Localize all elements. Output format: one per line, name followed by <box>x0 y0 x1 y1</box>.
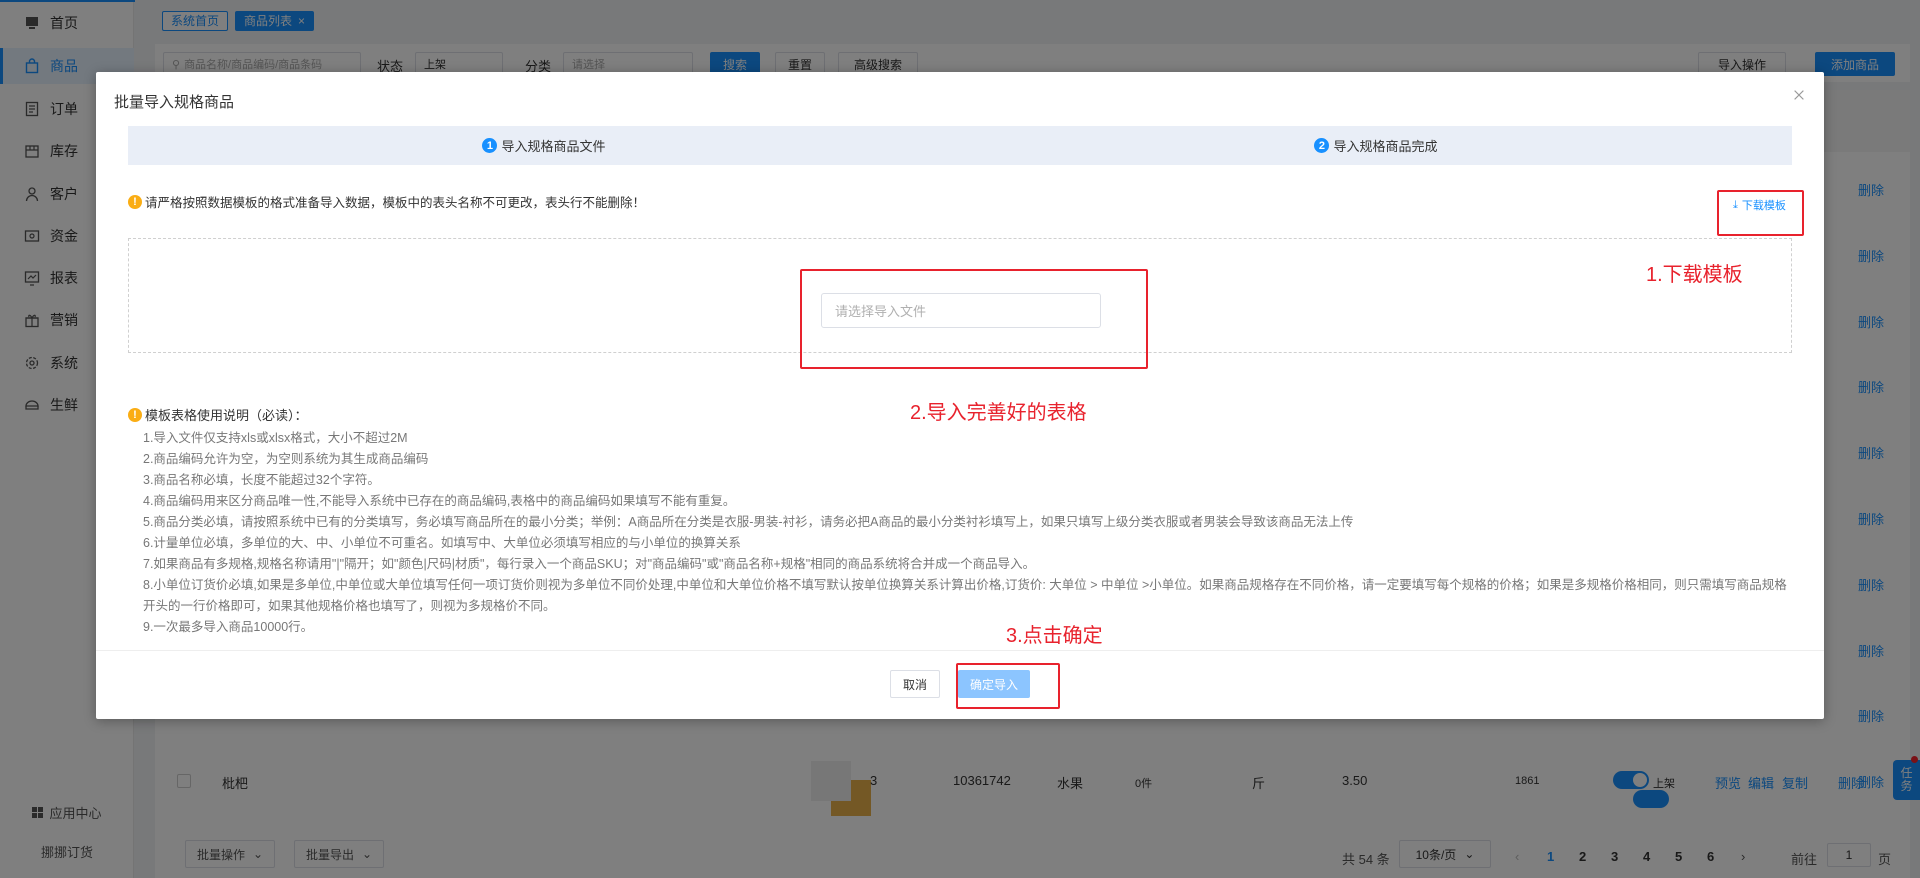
help-list: 1.导入文件仅支持xls或xlsx格式，大小不超过2M 2.商品编码允许为空，为… <box>143 428 1793 638</box>
close-icon[interactable] <box>1792 88 1808 104</box>
step-1: 1 导入规格商品文件 <box>128 126 960 165</box>
annotation-text-3: 3.点击确定 <box>1006 625 1103 647</box>
help-item: 6.计量单位必填，多单位的大、中、小单位不可重名。如填写中、大单位必须填写相应的… <box>143 536 741 550</box>
format-notice: ! 请严格按照数据模板的格式准备导入数据，模板中的表头名称不可更改，表头行不能删除… <box>128 192 645 211</box>
annotation-text-1: 1.下载模板 <box>1646 264 1743 286</box>
annotation-box-file <box>800 269 1148 369</box>
step-2-number: 2 <box>1314 138 1330 153</box>
notice-text: 请严格按照数据模板的格式准备导入数据，模板中的表头名称不可更改，表头行不能删除！ <box>145 196 646 210</box>
step-1-label: 导入规格商品文件 <box>501 139 606 154</box>
help-title-text: 模板表格使用说明（必读）： <box>145 408 308 423</box>
help-item: 9.一次最多导入商品10000行。 <box>143 620 314 634</box>
help-item: 2.商品编码允许为空，为空则系统为其生成商品编码 <box>143 452 429 466</box>
help-item: 5.商品分类必填，请按照系统中已有的分类填写，务必填写商品所在的最小分类；举例：… <box>143 515 1354 529</box>
help-item: 1.导入文件仅支持xls或xlsx格式，大小不超过2M <box>143 431 408 445</box>
help-item: 7.如果商品有多规格,规格名称请用"|"隔开；如"颜色|尺码|材质"，每行录入一… <box>143 557 1036 571</box>
help-item: 8.小单位订货价必填,如果是多单位,中单位或大单位填写任何一项订货价则视为多单位… <box>143 578 1787 613</box>
help-item: 3.商品名称必填，长度不能超过32个字符。 <box>143 473 380 487</box>
annotation-text-2: 2.导入完善好的表格 <box>910 402 1087 424</box>
step-2-label: 导入规格商品完成 <box>1333 139 1438 154</box>
help-title: ! 模板表格使用说明（必读）： <box>128 405 308 424</box>
step-1-number: 1 <box>482 138 498 153</box>
warning-icon: ! <box>128 194 142 209</box>
step-2: 2 导入规格商品完成 <box>960 126 1792 165</box>
modal-title: 批量导入规格商品 <box>114 94 235 111</box>
warning-icon: ! <box>128 407 142 422</box>
annotation-box-confirm <box>956 663 1060 709</box>
help-item: 4.商品编码用来区分商品唯一性,不能导入系统中已存在的商品编码,表格中的商品编码… <box>143 494 736 508</box>
annotation-box-download <box>1717 190 1804 236</box>
steps-bar: 1 导入规格商品文件 2 导入规格商品完成 <box>128 126 1792 165</box>
cancel-button[interactable]: 取消 <box>890 670 940 698</box>
